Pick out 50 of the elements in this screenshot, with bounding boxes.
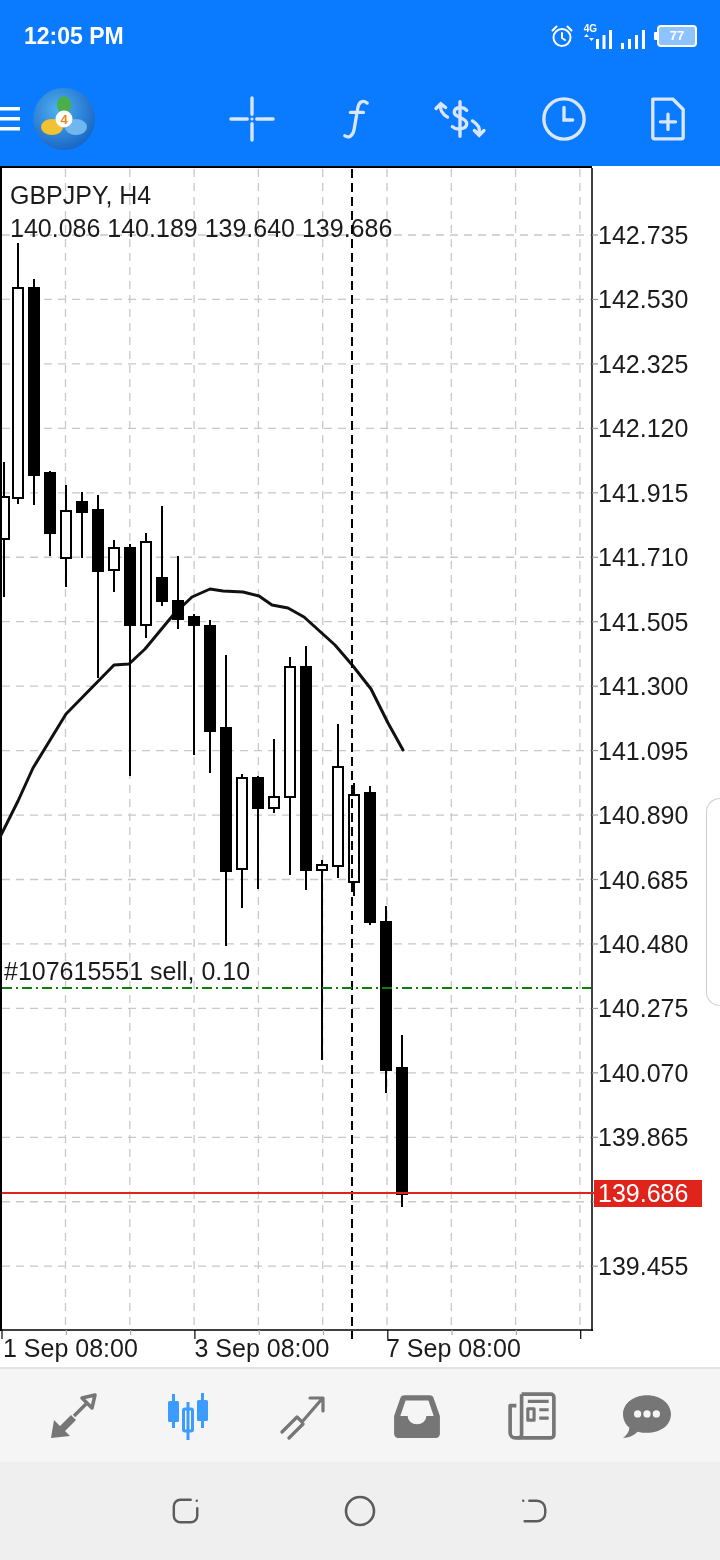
price-label: 141.915 <box>598 478 689 507</box>
data-arrows-icon <box>583 34 594 41</box>
price-label: 139.455 <box>598 1252 689 1281</box>
signal-icon <box>596 29 612 49</box>
home-icon[interactable] <box>344 1495 376 1527</box>
price-label: 142.530 <box>598 285 689 314</box>
clock-icon[interactable] <box>541 96 587 142</box>
nav-tab[interactable] <box>48 1391 99 1440</box>
chart-symbol: GBPJPY, H4 <box>10 181 152 209</box>
chat-bubble-icon <box>621 1392 672 1439</box>
network-type-label: 4G <box>583 23 597 34</box>
price-label: 141.300 <box>598 672 689 701</box>
app-logo[interactable]: 4 <box>33 88 95 150</box>
candle <box>76 491 88 559</box>
function-icon[interactable] <box>342 98 370 140</box>
ohlc-values: 140.086 140.189 139.640 139.686 <box>10 214 393 242</box>
price-label: 140.480 <box>598 929 689 958</box>
nav-tab[interactable] <box>507 1390 557 1441</box>
price-label: 139.865 <box>598 1123 689 1152</box>
time-label: 3 Sep 08:00 <box>194 1334 330 1362</box>
recents-icon[interactable] <box>171 1496 201 1526</box>
price-label: 141.095 <box>598 736 689 765</box>
price-label: 141.505 <box>598 607 689 636</box>
price-label: 140.070 <box>598 1058 689 1087</box>
time-label: 1 Sep 08:00 <box>3 1334 138 1362</box>
nav-tab[interactable] <box>621 1392 672 1439</box>
battery-indicator: 77 <box>654 25 697 47</box>
add-document-icon[interactable] <box>649 96 687 142</box>
price-label: 140.275 <box>598 994 689 1023</box>
alarm-clock-icon <box>549 24 574 48</box>
status-time: 12:05 PM <box>24 22 124 50</box>
price-label: 141.710 <box>598 543 689 572</box>
price-label: 142.120 <box>598 414 689 443</box>
price-label: 140.890 <box>598 801 689 830</box>
double-arrow-icon <box>48 1391 99 1440</box>
back-icon[interactable] <box>519 1496 549 1526</box>
time-label: 7 Sep 08:00 <box>386 1334 521 1362</box>
edge-panel-handle[interactable] <box>706 798 720 1006</box>
order-label: #107615551 sell, 0.10 <box>4 957 251 985</box>
nav-tab[interactable] <box>392 1392 443 1439</box>
price-label: 142.735 <box>598 221 689 249</box>
price-label: 142.325 <box>598 349 689 378</box>
current-price-badge: 139.686 <box>594 1179 702 1207</box>
price-label: 140.685 <box>598 865 689 894</box>
menu-icon[interactable] <box>0 107 20 131</box>
crosshair-icon[interactable] <box>229 96 275 142</box>
candle <box>108 539 120 593</box>
signal-icon <box>621 29 646 49</box>
newspaper-icon <box>507 1390 557 1441</box>
inbox-tray-icon <box>392 1392 443 1439</box>
